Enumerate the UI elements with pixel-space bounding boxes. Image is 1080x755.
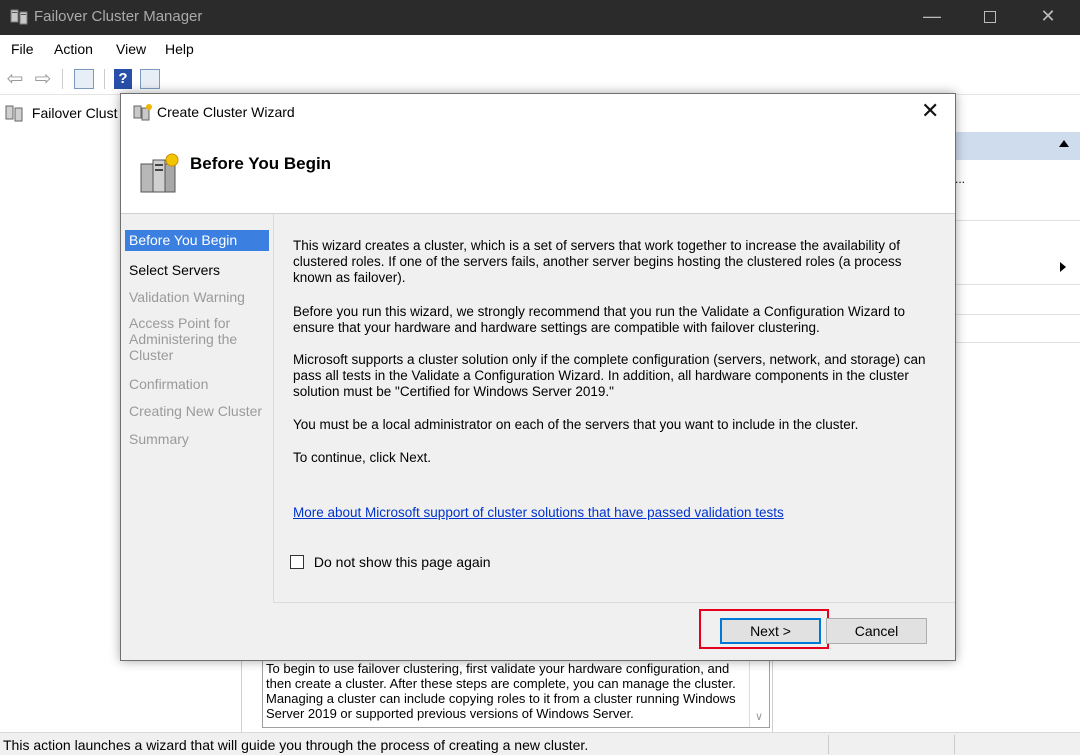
actions-divider <box>955 314 1080 315</box>
help-text: To begin to use failover clustering, fir… <box>266 661 736 721</box>
step-validation-warning: Validation Warning <box>129 289 245 305</box>
step-before-you-begin: Before You Begin <box>125 230 269 251</box>
support-link[interactable]: More about Microsoft support of cluster … <box>293 505 784 520</box>
minimize-button[interactable]: — <box>904 0 960 35</box>
forward-arrow-icon[interactable]: ⇨ <box>33 69 53 89</box>
maximize-button[interactable] <box>962 0 1018 35</box>
tree-node-label: Failover Clust <box>31 105 118 122</box>
window-title: Failover Cluster Manager <box>34 8 203 25</box>
button-bar: Next > Cancel <box>273 602 955 660</box>
actions-divider <box>955 342 1080 343</box>
actions-ellipsis: ... <box>955 172 966 186</box>
status-bar: This action launches a wizard that will … <box>0 732 1080 755</box>
back-arrow-icon[interactable]: ⇦ <box>5 69 25 89</box>
dialog-header: Before You Begin <box>121 130 955 214</box>
menu-file[interactable]: File <box>11 41 34 57</box>
checkbox-box[interactable] <box>290 555 304 570</box>
wizard-steps: Before You Begin Select Servers Validati… <box>121 214 273 660</box>
status-divider <box>954 735 955 754</box>
step-confirmation: Confirmation <box>129 376 209 392</box>
step-select-servers: Select Servers <box>129 262 221 278</box>
window-title-bar: Failover Cluster Manager — ✕ <box>0 0 1080 35</box>
show-hide-console-tree-icon[interactable] <box>74 69 94 89</box>
help-icon[interactable]: ? <box>114 69 132 89</box>
help-scrollbar[interactable]: ∨ <box>749 659 769 727</box>
dialog-title: Create Cluster Wizard <box>157 104 295 120</box>
menu-help[interactable]: Help <box>165 41 194 57</box>
maximize-icon <box>984 11 996 24</box>
status-text: This action launches a wizard that will … <box>3 737 589 753</box>
menu-bar: File Action View Help <box>0 35 1080 63</box>
toolbar-separator <box>62 69 63 89</box>
page-heading: Before You Begin <box>190 154 332 173</box>
continue-paragraph: To continue, click Next. <box>293 450 432 465</box>
help-text-box: To begin to use failover clustering, fir… <box>262 658 770 728</box>
wizard-icon <box>133 104 152 121</box>
step-summary: Summary <box>129 431 189 447</box>
menu-view[interactable]: View <box>116 41 146 57</box>
actions-divider <box>955 284 1080 285</box>
intro-paragraph: This wizard creates a cluster, which is … <box>293 238 902 285</box>
step-access-point: Access Point for Administering the Clust… <box>129 315 238 363</box>
recommendation-paragraph: Before you run this wizard, we strongly … <box>293 304 906 335</box>
cluster-servers-icon <box>140 153 179 193</box>
cancel-button[interactable]: Cancel <box>826 618 927 644</box>
toolbar-separator <box>104 69 105 89</box>
step-creating-new-cluster: Creating New Cluster <box>129 403 263 419</box>
actions-divider <box>955 220 1080 221</box>
toolbar: ⇦ ⇨ ? <box>0 63 1080 95</box>
admin-paragraph: You must be a local administrator on eac… <box>293 417 859 432</box>
checkbox-label[interactable]: Do not show this page again <box>314 554 491 570</box>
cluster-manager-icon <box>10 9 28 25</box>
cluster-manager-icon <box>5 105 23 122</box>
do-not-show-checkbox[interactable]: Do not show this page again <box>290 553 491 573</box>
create-cluster-wizard-dialog: Create Cluster Wizard ✕ Before You Begin… <box>120 93 956 661</box>
dialog-title-bar: Create Cluster Wizard ✕ <box>121 94 955 130</box>
next-button[interactable]: Next > <box>720 618 821 644</box>
submenu-arrow-icon[interactable] <box>1060 262 1066 272</box>
close-window-button[interactable]: ✕ <box>1020 0 1076 35</box>
support-paragraph: Microsoft supports a cluster solution on… <box>293 352 926 399</box>
collapse-icon[interactable] <box>1059 140 1069 147</box>
tree-node-failover-cluster-manager[interactable]: Failover Clust <box>4 104 117 126</box>
scroll-down-icon[interactable]: ∨ <box>755 710 763 723</box>
show-hide-action-pane-icon[interactable] <box>140 69 160 89</box>
menu-action[interactable]: Action <box>54 41 93 57</box>
close-icon[interactable]: ✕ <box>921 98 939 124</box>
wizard-content: This wizard creates a cluster, which is … <box>273 214 955 660</box>
status-divider <box>828 735 829 754</box>
